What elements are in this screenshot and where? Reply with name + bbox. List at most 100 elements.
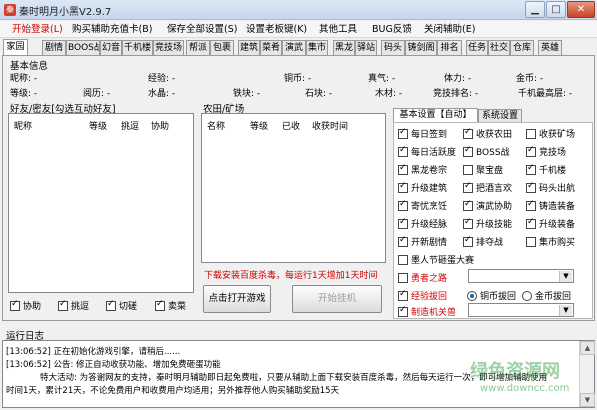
- log-scrollbar[interactable]: ▲ ▼: [579, 341, 595, 407]
- tab-guild[interactable]: 帮派: [186, 40, 210, 56]
- tab-dishes[interactable]: 菜肴: [260, 40, 282, 56]
- opt-cooking[interactable]: 寄忧烹饪: [398, 199, 447, 212]
- menu-start-login[interactable]: 开始登录(L): [10, 21, 65, 38]
- basic-info-title: 基本信息: [10, 61, 49, 72]
- minimize-button[interactable]: ▁: [525, 1, 545, 18]
- radio-copper-pick[interactable]: 铜币拔回: [467, 289, 516, 302]
- tab-boss[interactable]: BOOS战: [66, 40, 100, 56]
- menu-bug-report[interactable]: BUG反馈: [370, 21, 414, 38]
- tab-quest[interactable]: 任务: [466, 40, 488, 56]
- watermark-logo: 绿色资源网: [470, 361, 560, 382]
- open-game-button[interactable]: 点击打开游戏: [203, 285, 271, 313]
- info-gold: 金币: -: [516, 74, 544, 84]
- check-assist-box[interactable]: [10, 299, 20, 311]
- opt-mech-beast[interactable]: 制造机关兽: [398, 305, 456, 318]
- opt-martial-assist[interactable]: 演武协助: [463, 199, 512, 212]
- scroll-down-icon[interactable]: ▼: [580, 393, 595, 407]
- info-level: 等级: -: [10, 89, 38, 99]
- farm-col-harvested[interactable]: 已收: [282, 119, 300, 132]
- chevron-down-icon: ▼: [559, 271, 572, 282]
- opt-boss-battle[interactable]: BOSS战: [463, 145, 510, 158]
- menu-save-settings[interactable]: 保存全部设置(S): [165, 21, 239, 38]
- info-qi: 真气: -: [368, 74, 396, 84]
- opt-harvest-farm[interactable]: 收获农田: [463, 127, 512, 140]
- opt-exp-pick[interactable]: 经验拔回: [398, 289, 447, 302]
- check-sell-dish[interactable]: 卖菜: [155, 299, 186, 312]
- scroll-up-icon[interactable]: ▲: [580, 341, 595, 355]
- tab-station[interactable]: 驿站: [355, 40, 377, 56]
- info-iron: 铁块: -: [233, 89, 261, 99]
- check-tease-box[interactable]: [58, 299, 68, 311]
- tab-dock[interactable]: 码头: [381, 40, 405, 56]
- close-button[interactable]: ✕: [567, 1, 595, 18]
- radio-gold-pick[interactable]: 金币拔回: [522, 289, 571, 302]
- farm-col-name[interactable]: 名称: [207, 119, 225, 132]
- opt-market-buy[interactable]: 集市购买: [526, 235, 575, 248]
- tab-basic-settings[interactable]: 基本设置【自动】: [393, 108, 478, 123]
- opt-arena[interactable]: 竞技场: [526, 145, 566, 158]
- start-hang-button[interactable]: 开始挂机: [292, 285, 382, 313]
- opt-black-dragon[interactable]: 黑龙卷宗: [398, 163, 447, 176]
- info-wood: 木材: -: [375, 89, 403, 99]
- mech-beast-select[interactable]: ▼: [468, 303, 574, 317]
- maximize-button[interactable]: □: [546, 1, 566, 18]
- tab-ranking[interactable]: 排名: [437, 40, 462, 56]
- opt-upgrade-skill[interactable]: 升级技能: [463, 217, 512, 230]
- opt-upgrade-meridian[interactable]: 升级经脉: [398, 217, 447, 230]
- farm-list[interactable]: 名称 等级 已收 收获时间: [201, 113, 386, 263]
- opt-upgrade-building[interactable]: 升级建筑: [398, 181, 447, 194]
- opt-daily-checkin[interactable]: 每日签到: [398, 127, 447, 140]
- check-sell-dish-box[interactable]: [155, 299, 165, 311]
- opt-drink-joy[interactable]: 把酒言欢: [463, 181, 512, 194]
- tab-illusion[interactable]: 幻音: [100, 40, 122, 56]
- promo-text[interactable]: 下载安装百度杀毒，每运行1天增加1天时间: [204, 268, 377, 281]
- opt-tower[interactable]: 千机楼: [526, 163, 566, 176]
- log-line: [13:06:52] 公告: 修正自动收获功能、增加免费砸蛋功能: [6, 360, 221, 370]
- opt-hero-path[interactable]: 勇者之路: [398, 271, 447, 284]
- opt-dock-sail[interactable]: 码头出航: [526, 181, 575, 194]
- tab-arena[interactable]: 竞技场: [153, 40, 184, 56]
- farm-col-harvest-time[interactable]: 收获时间: [312, 119, 348, 132]
- tab-forge[interactable]: 铸剑阁: [405, 40, 437, 56]
- tab-dragon[interactable]: 黑龙: [333, 40, 355, 56]
- menu-close-helper[interactable]: 关闭辅助(E): [422, 21, 477, 38]
- tab-story[interactable]: 剧情: [42, 40, 66, 56]
- info-stone: 石块: -: [305, 89, 333, 99]
- menu-bar: 开始登录(L) 购买辅助充值卡(B) 保存全部设置(S) 设置老板键(K) 其他…: [0, 21, 597, 38]
- friends-col-tease[interactable]: 挑逗: [121, 119, 139, 132]
- tab-building[interactable]: 建筑: [238, 40, 260, 56]
- opt-seize-battle[interactable]: 排夺战: [463, 235, 503, 248]
- menu-other-tools[interactable]: 其他工具: [317, 21, 359, 38]
- log-line: 时间1天，累计21天，不论免费用户和收费用户均适用；另外推荐他人购买辅助奖励15…: [6, 386, 340, 396]
- tab-home[interactable]: 家园: [3, 39, 28, 56]
- tab-system-settings[interactable]: 系统设置: [478, 109, 522, 123]
- check-assist[interactable]: 协助: [10, 299, 41, 312]
- app-logo-icon: 秦: [4, 4, 16, 16]
- chevron-down-icon: ▼: [559, 305, 572, 316]
- opt-treasure-plate[interactable]: 聚宝盘: [463, 163, 503, 176]
- check-spar[interactable]: 切磋: [106, 299, 137, 312]
- tab-warehouse[interactable]: 仓库: [510, 40, 534, 56]
- opt-new-story[interactable]: 开新剧情: [398, 235, 447, 248]
- friends-col-assist[interactable]: 协助: [151, 119, 169, 132]
- farm-col-level[interactable]: 等级: [250, 119, 268, 132]
- friends-col-nickname[interactable]: 昵称: [14, 119, 32, 132]
- hero-path-select[interactable]: ▼: [468, 269, 574, 283]
- check-spar-box[interactable]: [106, 299, 116, 311]
- opt-harvest-mine[interactable]: 收获矿场: [526, 127, 575, 140]
- tab-martial[interactable]: 演武: [282, 40, 306, 56]
- menu-boss-key[interactable]: 设置老板键(K): [244, 21, 309, 38]
- tab-hero[interactable]: 英雄: [538, 40, 562, 56]
- tab-market[interactable]: 集市: [306, 40, 328, 56]
- friends-col-level[interactable]: 等级: [89, 119, 107, 132]
- tab-bag[interactable]: 包裹: [210, 40, 234, 56]
- opt-forge-equip[interactable]: 铸造装备: [526, 199, 575, 212]
- tab-social[interactable]: 社交: [488, 40, 510, 56]
- check-tease[interactable]: 挑逗: [58, 299, 89, 312]
- opt-daily-activity[interactable]: 每日活跃度: [398, 145, 456, 158]
- friends-list[interactable]: 昵称 等级 挑逗 协助: [8, 113, 194, 293]
- menu-buy-card[interactable]: 购买辅助充值卡(B): [70, 21, 154, 38]
- tab-tower[interactable]: 千机楼: [122, 40, 153, 56]
- opt-egg-contest[interactable]: 墨人节砸蛋大赛: [398, 253, 474, 266]
- opt-upgrade-equip[interactable]: 升级装备: [526, 217, 575, 230]
